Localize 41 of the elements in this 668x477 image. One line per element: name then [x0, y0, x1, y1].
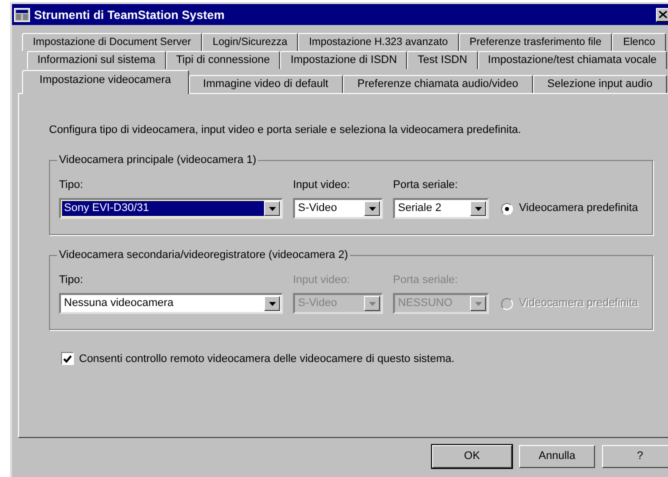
dropdown-value: S-Video — [297, 296, 338, 311]
field-label: Porta seriale: — [393, 272, 458, 288]
field-label: Porta seriale: — [393, 178, 458, 192]
dropdown-value: Nessuna videocamera — [63, 296, 174, 311]
group-title: Videocamera principale (videocamera 1) — [57, 152, 258, 166]
tab[interactable]: Immagine video di default — [188, 75, 343, 93]
checkbox-label: Consenti controllo remoto videocamera delle videocamere di questo sistema. — [79, 352, 454, 366]
dialog-button[interactable]: OK — [432, 445, 512, 468]
group-title: Videocamera secondaria/videoregistratore (videocamera 2) — [57, 248, 350, 262]
tab[interactable]: Impostazione di Document Server — [22, 33, 202, 51]
field-label: Input video: — [293, 178, 350, 192]
field-label: Tipo: — [59, 178, 84, 192]
field-label: Input video: — [293, 272, 350, 288]
dropdown[interactable]: Nessuna videocamera — [59, 293, 283, 314]
dropdown-value: Seriale 2 — [397, 201, 442, 216]
radio-label: Videocamera predefinita — [519, 296, 638, 312]
tab[interactable]: Test ISDN — [407, 51, 478, 69]
window-title: Strumenti di TeamStation System — [34, 6, 226, 24]
tab[interactable]: Preferenze chiamata audio/video — [342, 75, 533, 93]
dialog-button[interactable]: Annulla — [519, 445, 595, 468]
dropdown-value: NESSUNO — [397, 296, 454, 311]
remote-control-checkbox-row[interactable]: Consenti controllo remoto videocamera delle videocamere di questo sistema. — [61, 350, 668, 367]
tab[interactable]: Preferenze trasferimento file — [458, 33, 612, 51]
tab[interactable]: Impostazione di ISDN — [280, 51, 408, 69]
description-text: Configura tipo di videocamera, input video e porta seriale e seleziona la videocamera predefinita. — [49, 123, 522, 138]
field-label: Tipo: — [59, 272, 84, 288]
dropdown-value: Sony EVI-D30/31 — [62, 201, 264, 216]
tab[interactable]: Impostazione videocamera — [22, 70, 188, 94]
radio-label: Videocamera predefinita — [519, 201, 638, 216]
tab[interactable]: Impostazione/test chiamata vocale — [478, 51, 668, 69]
dropdown[interactable]: Sony EVI-D30/31 — [59, 198, 283, 219]
tab[interactable]: Selezione input audio — [532, 75, 667, 93]
tab[interactable]: Login/Sicurezza — [202, 33, 298, 51]
dropdown[interactable]: Seriale 2 — [393, 198, 489, 219]
dialog-button[interactable]: ? — [602, 445, 668, 468]
tab[interactable]: Informazioni sul sistema — [27, 51, 166, 69]
tab[interactable]: Elenco — [612, 33, 666, 51]
dropdown[interactable]: S-Video — [293, 198, 383, 219]
tab[interactable]: Impostazione H.323 avanzato — [298, 33, 459, 51]
dropdown-value: S-Video — [297, 201, 338, 216]
tab[interactable]: Tipi di connessione — [166, 51, 280, 69]
